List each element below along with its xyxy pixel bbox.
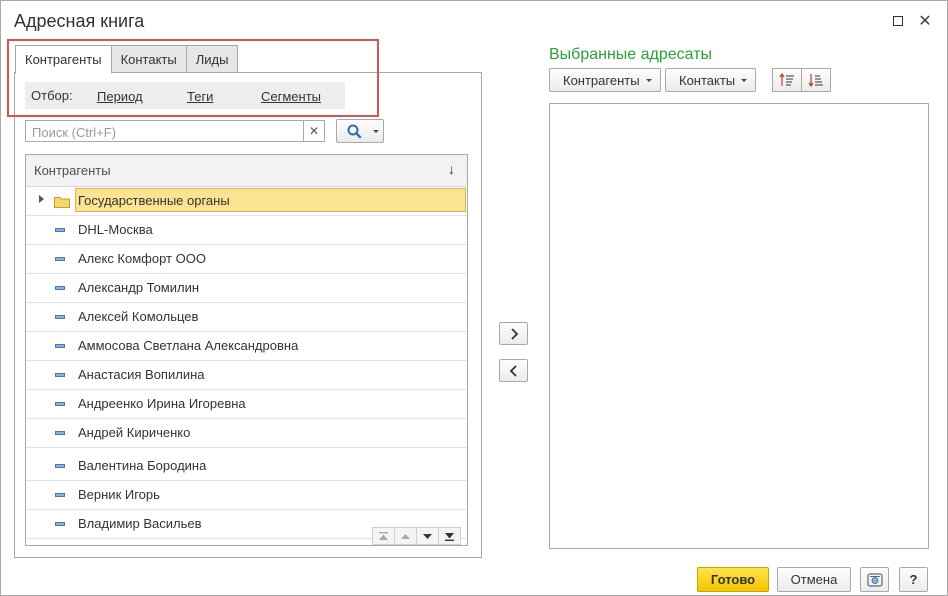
- item-icon: [55, 315, 65, 319]
- tab-kontragenty[interactable]: Контрагенты: [15, 45, 112, 74]
- filter-link-tags[interactable]: Теги: [187, 89, 213, 104]
- item-icon: [55, 493, 65, 497]
- item-icon: [55, 522, 65, 526]
- sort-ascending-icon: [779, 73, 794, 86]
- list-item-label: Алекс Комфорт ООО: [78, 251, 206, 266]
- filter-kontakty-dropdown[interactable]: Контакты: [665, 68, 757, 92]
- list-navigation: [372, 527, 461, 545]
- cancel-button[interactable]: Отмена: [777, 567, 851, 592]
- list-item[interactable]: Анастасия Вопилина: [26, 361, 467, 390]
- list-item-label: Валентина Бородина: [78, 458, 207, 473]
- search-button[interactable]: [336, 119, 384, 143]
- sort-descending-button[interactable]: [801, 68, 831, 92]
- item-icon: [55, 286, 65, 290]
- maximize-icon[interactable]: [888, 11, 908, 31]
- list-item-group[interactable]: Государственные органы: [26, 187, 467, 216]
- sort-ascending-button[interactable]: [772, 68, 802, 92]
- folder-icon: [54, 197, 70, 208]
- dropdown-label: Контрагенты: [563, 72, 640, 88]
- item-icon: [55, 402, 65, 406]
- item-icon: [55, 464, 65, 468]
- list-item-label: DHL-Москва: [78, 222, 153, 237]
- list-item-label: Андреенко Ирина Игоревна: [78, 396, 246, 411]
- done-button[interactable]: Готово: [697, 567, 769, 592]
- chevron-down-icon: [741, 78, 748, 82]
- selected-recipients-list[interactable]: [549, 103, 929, 549]
- sort-descending-icon: [808, 74, 823, 87]
- clear-icon[interactable]: ✕: [303, 121, 324, 141]
- list-item[interactable]: Верник Игорь: [26, 481, 467, 510]
- item-icon: [55, 431, 65, 435]
- form-settings-icon: [866, 572, 883, 587]
- contractors-list[interactable]: Контрагенты ↓ Государственные органы DHL…: [25, 154, 468, 546]
- scroll-to-bottom-icon[interactable]: [438, 527, 461, 545]
- scroll-down-icon[interactable]: [416, 527, 439, 545]
- list-item-label: Александр Томилин: [78, 280, 200, 295]
- chevron-down-icon: [645, 78, 652, 82]
- expand-arrow-icon[interactable]: [39, 195, 44, 203]
- close-icon[interactable]: ✕: [915, 11, 935, 31]
- list-item[interactable]: DHL-Москва: [26, 216, 467, 245]
- item-icon: [55, 228, 65, 232]
- list-item-label: Андрей Кириченко: [78, 425, 191, 440]
- list-item[interactable]: Андреенко Ирина Игоревна: [26, 390, 467, 419]
- scroll-to-top-icon[interactable]: [372, 527, 395, 545]
- chevron-left-icon: [509, 364, 517, 377]
- tab-kontakty[interactable]: Контакты: [110, 45, 187, 73]
- move-left-button[interactable]: [499, 359, 528, 382]
- help-button[interactable]: ?: [899, 567, 928, 592]
- settings-button[interactable]: [860, 567, 889, 592]
- item-icon: [55, 344, 65, 348]
- list-item[interactable]: Валентина Бородина: [26, 452, 467, 481]
- item-icon: [55, 373, 65, 377]
- column-header: Контрагенты: [34, 163, 111, 178]
- list-rows: Государственные органы DHL-Москва Алекс …: [26, 187, 467, 539]
- filter-kontragenty-dropdown[interactable]: Контрагенты: [549, 68, 661, 92]
- filter-link-period[interactable]: Период: [97, 89, 143, 104]
- filter-link-segments[interactable]: Сегменты: [261, 89, 321, 104]
- search-field: ✕: [25, 120, 325, 142]
- list-item-label: Государственные органы: [78, 193, 230, 208]
- window-title: Адресная книга: [14, 11, 145, 31]
- list-item[interactable]: Алекс Комфорт ООО: [26, 245, 467, 274]
- tab-lidy[interactable]: Лиды: [185, 45, 239, 73]
- list-header[interactable]: Контрагенты ↓: [26, 155, 467, 187]
- list-item[interactable]: Александр Томилин: [26, 274, 467, 303]
- dropdown-label: Контакты: [679, 72, 736, 88]
- tab-bar: Контрагенты Контакты Лиды: [15, 45, 239, 74]
- list-item[interactable]: Алексей Комольцев: [26, 303, 467, 332]
- filter-label: Отбор:: [31, 88, 73, 103]
- item-icon: [55, 257, 65, 261]
- list-item-label: Верник Игорь: [78, 487, 160, 502]
- sort-down-icon[interactable]: ↓: [448, 161, 455, 177]
- list-item[interactable]: Аммосова Светлана Александровна: [26, 332, 467, 361]
- chevron-right-icon: [510, 327, 518, 340]
- search-icon: [347, 124, 379, 139]
- list-item-label: Аммосова Светлана Александровна: [78, 338, 299, 353]
- filter-bar: Отбор: Период Теги Сегменты: [25, 82, 345, 109]
- list-item[interactable]: Андрей Кириченко: [26, 419, 467, 448]
- list-item-label: Анастасия Вопилина: [78, 367, 205, 382]
- search-input[interactable]: [30, 123, 304, 141]
- selected-recipients-title: Выбранные адресаты: [549, 46, 713, 63]
- move-right-button[interactable]: [499, 322, 528, 345]
- address-book-window: Адресная книга ✕ Контрагенты Контакты Ли…: [0, 0, 948, 596]
- list-item-label: Алексей Комольцев: [78, 309, 199, 324]
- scroll-up-icon[interactable]: [394, 527, 417, 545]
- list-item-label: Владимир Васильев: [78, 516, 202, 531]
